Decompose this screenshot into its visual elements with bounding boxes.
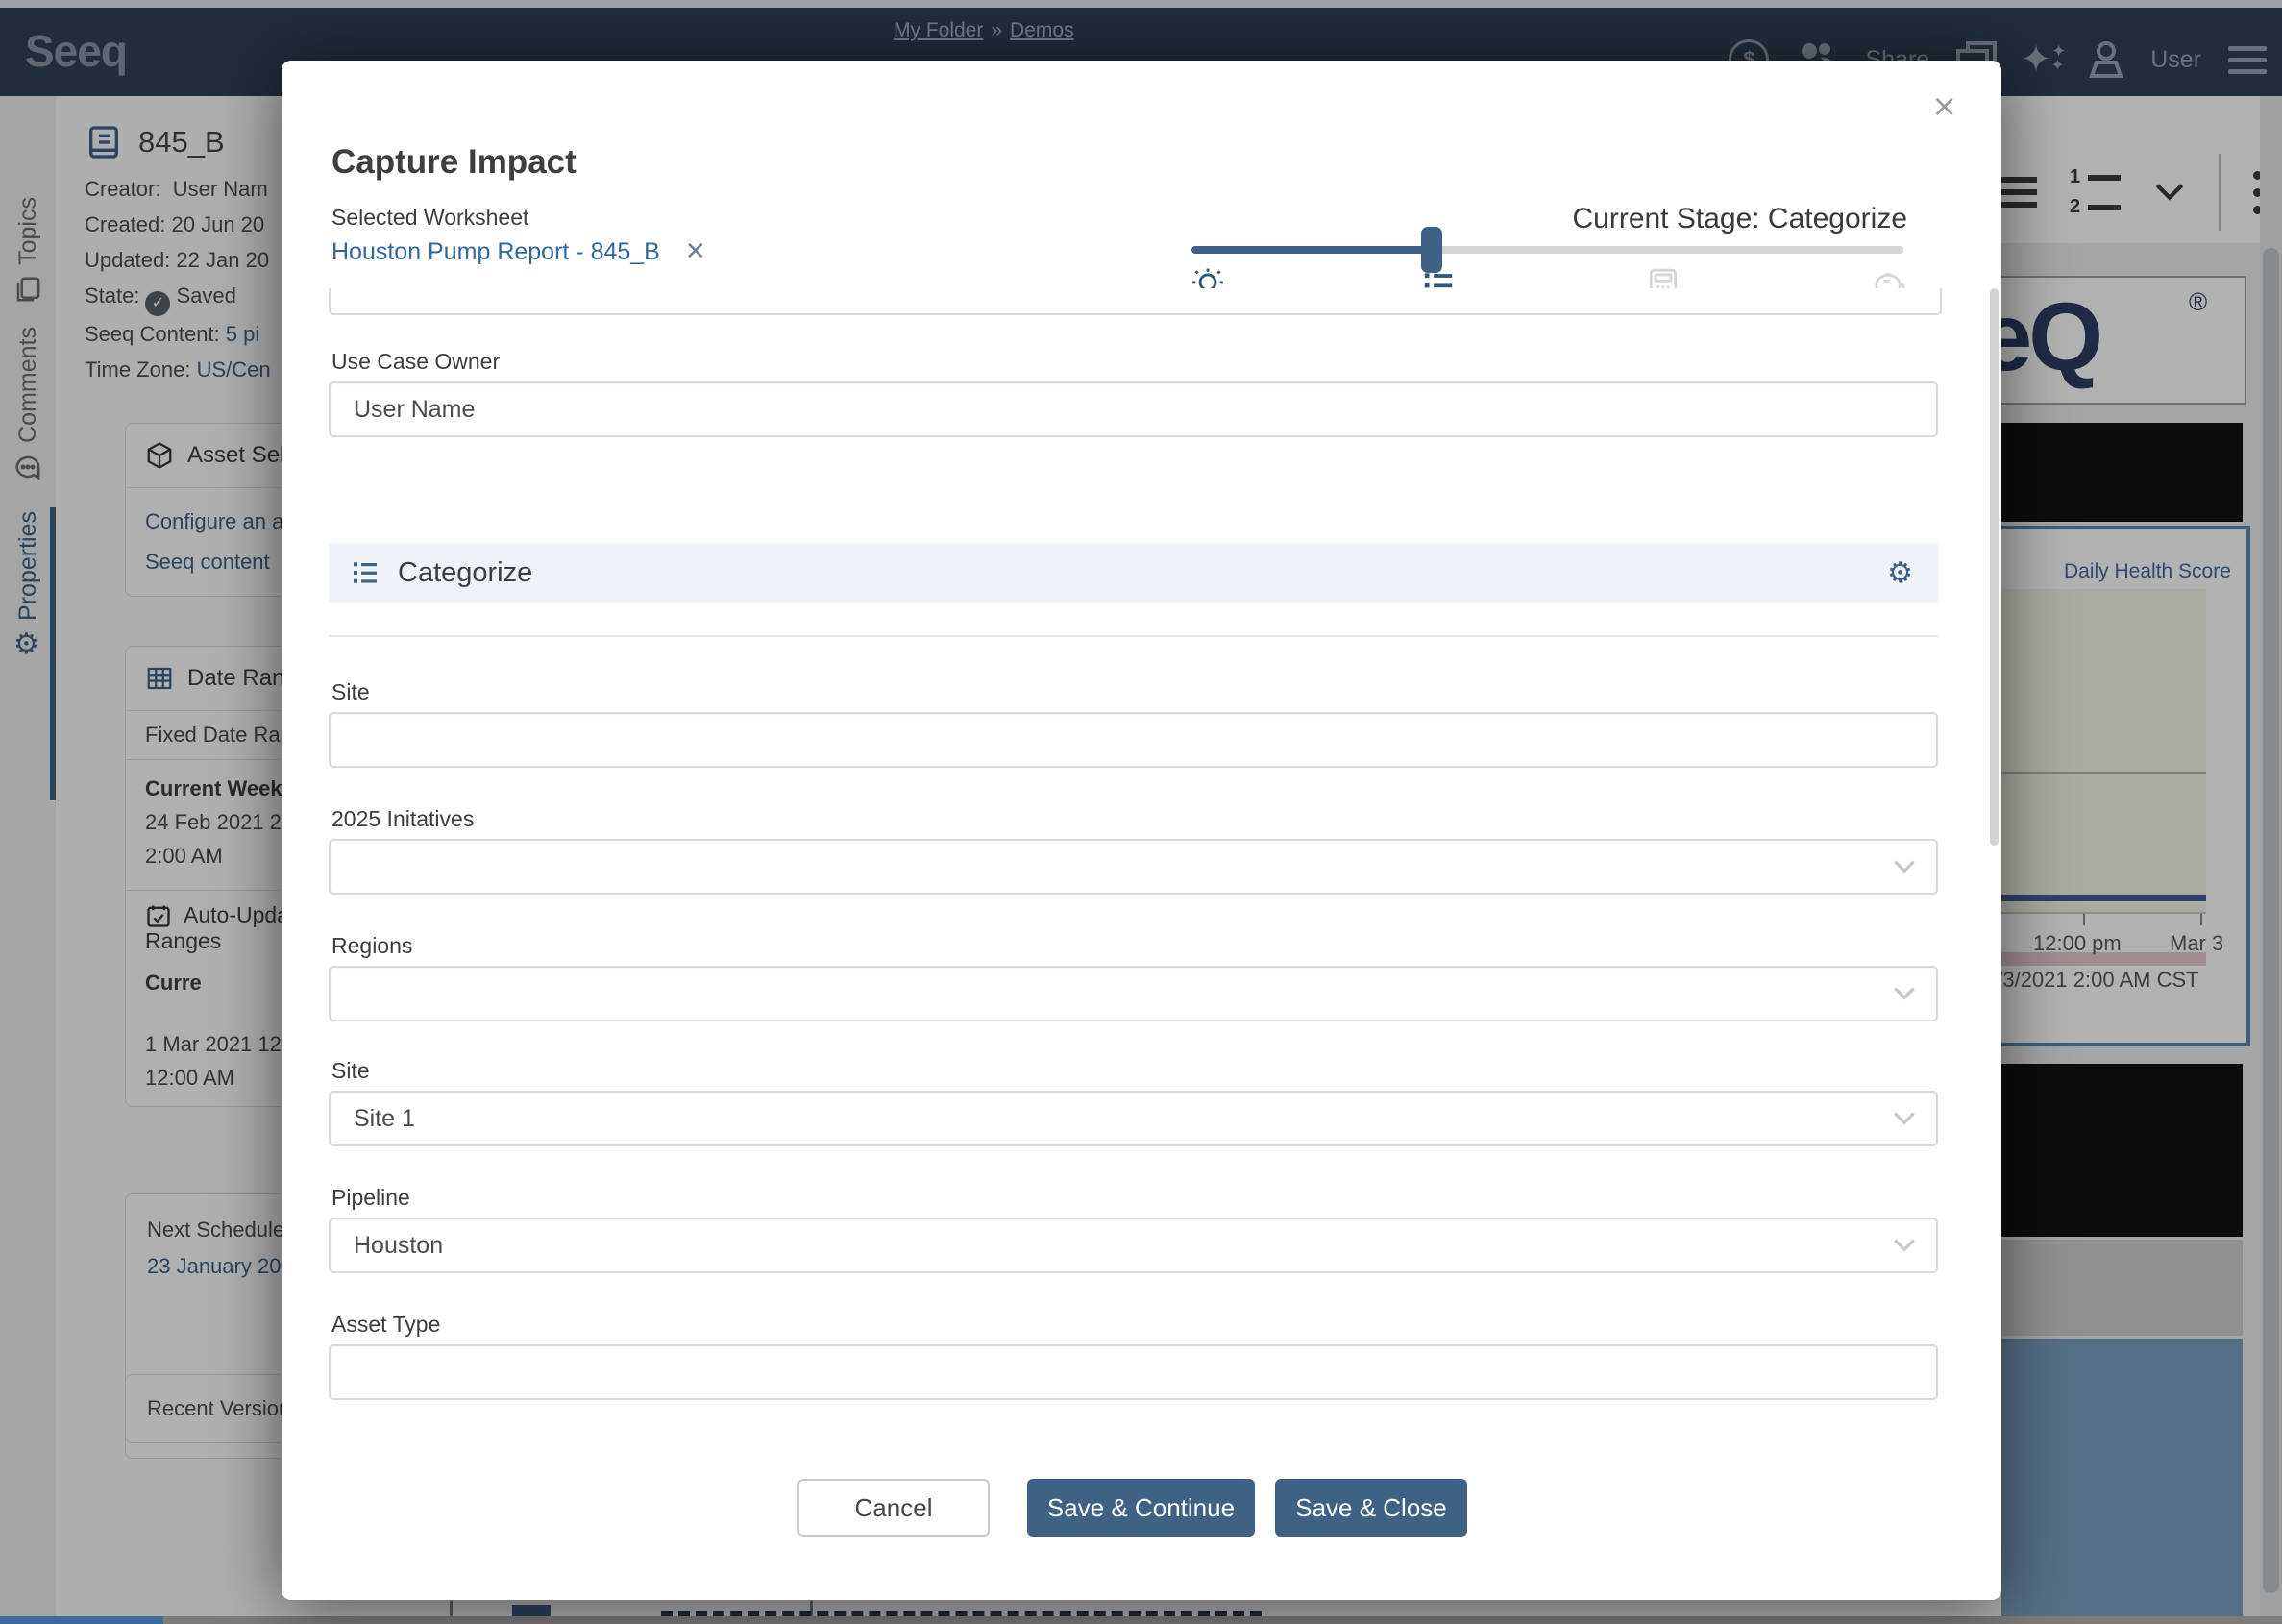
asset-type-label: Asset Type	[331, 1312, 440, 1338]
save-close-button[interactable]: Save & Close	[1275, 1479, 1467, 1537]
modal-title: Capture Impact	[331, 143, 577, 182]
site-label: Site	[331, 679, 370, 705]
chevron-down-icon	[1892, 1237, 1917, 1254]
use-case-owner-label: Use Case Owner	[331, 349, 500, 375]
remove-worksheet-icon[interactable]: ✕	[685, 237, 706, 266]
asset-type-input[interactable]	[329, 1344, 1938, 1400]
categorize-section-header: Categorize ⚙	[329, 543, 1938, 603]
stage-slider[interactable]	[1191, 246, 1903, 254]
worksheet-link[interactable]: Houston Pump Report - 845_B	[331, 238, 660, 266]
site2-select[interactable]: Site 1	[329, 1091, 1938, 1146]
selected-worksheet-row: Houston Pump Report - 845_B ✕	[331, 237, 706, 266]
regions-label: Regions	[331, 933, 412, 959]
site2-label: Site	[331, 1058, 370, 1084]
pipeline-label: Pipeline	[331, 1185, 410, 1211]
screen: Seeq My Folder»Demos $ Share ✦✦✦ User To…	[0, 0, 2282, 1624]
section-divider	[329, 635, 1938, 637]
current-stage-label: Current Stage: Categorize	[1572, 203, 1907, 235]
initiatives-select[interactable]	[329, 839, 1938, 895]
capture-impact-modal: Capture Impact × Selected Worksheet Hous…	[282, 61, 2001, 1600]
regions-select[interactable]	[329, 966, 1938, 1021]
cancel-button[interactable]: Cancel	[797, 1479, 990, 1537]
chevron-down-icon	[1892, 985, 1917, 1002]
scrolled-input-fragment[interactable]	[329, 288, 1942, 315]
stage-progress-fill	[1191, 246, 1432, 254]
pipeline-select[interactable]: Houston	[329, 1218, 1938, 1273]
close-icon[interactable]: ×	[1931, 87, 1957, 124]
save-continue-button[interactable]: Save & Continue	[1027, 1479, 1255, 1537]
modal-scrollbar-thumb[interactable]	[1990, 288, 1999, 846]
initiatives-label: 2025 Initatives	[331, 806, 474, 832]
site-input[interactable]	[329, 712, 1938, 768]
chevron-down-icon	[1892, 1110, 1917, 1127]
section-title: Categorize	[398, 557, 532, 589]
section-gear-icon[interactable]: ⚙	[1887, 556, 1913, 590]
use-case-owner-input[interactable]: User Name	[329, 381, 1938, 437]
section-list-icon	[350, 557, 380, 588]
chevron-down-icon	[1892, 858, 1917, 875]
selected-worksheet-label: Selected Worksheet	[331, 205, 528, 231]
